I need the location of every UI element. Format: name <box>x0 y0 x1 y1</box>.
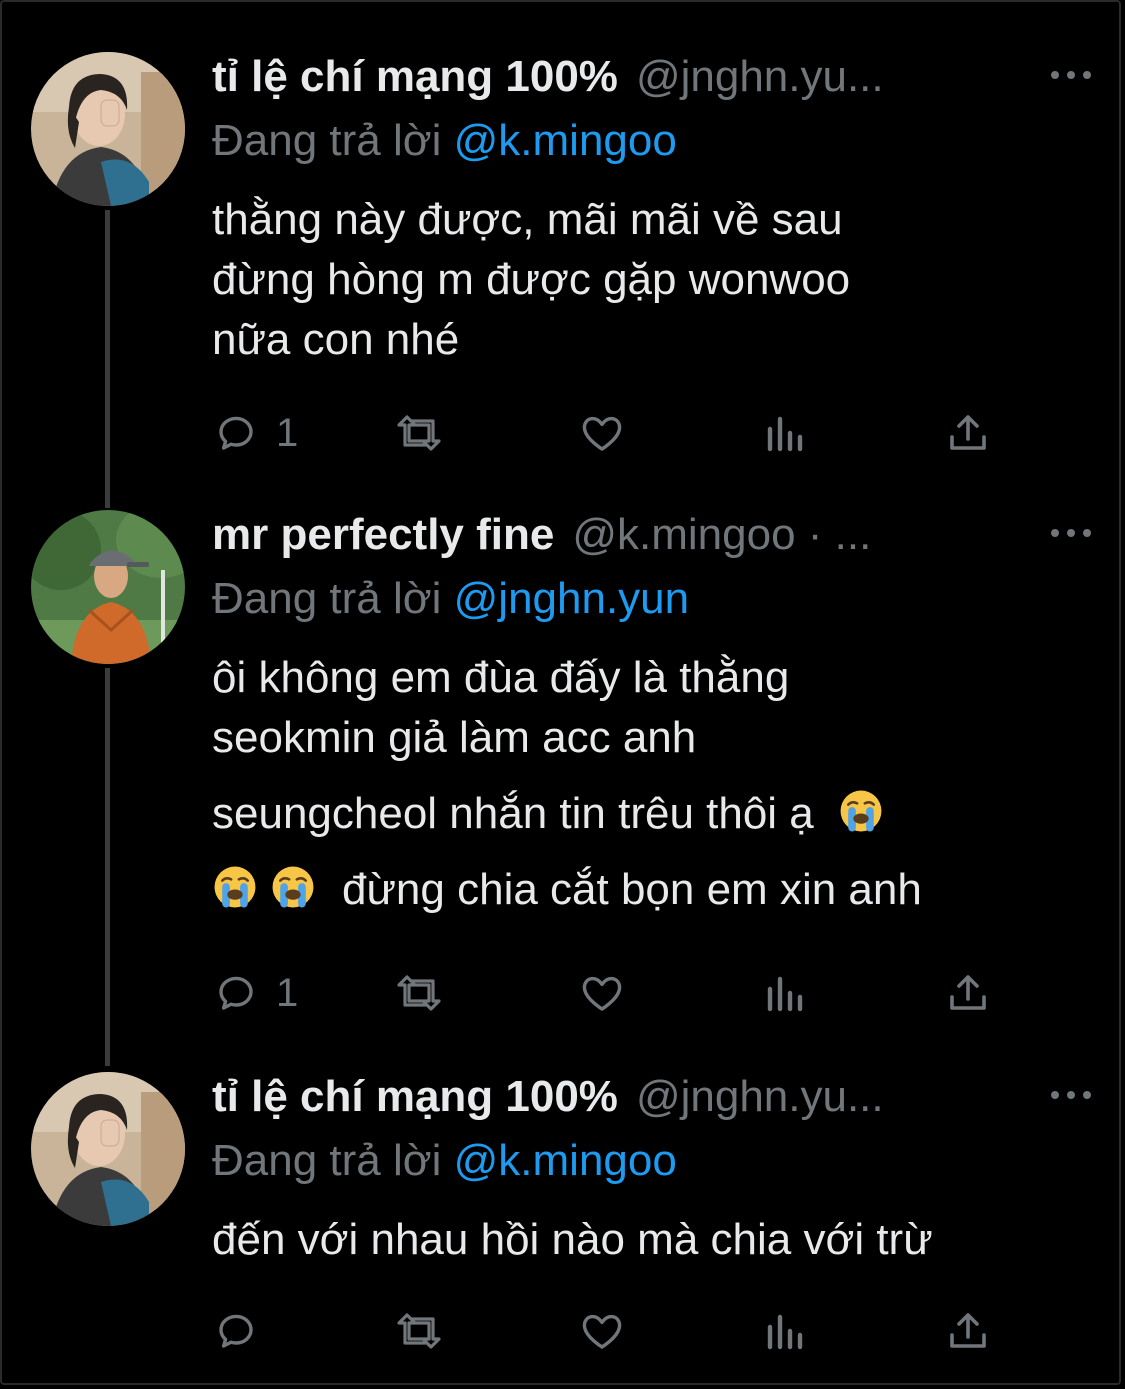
display-name[interactable]: tỉ lệ chí mạng 100% <box>212 52 618 102</box>
tweet-header: tỉ lệ chí mạng 100% @jnghn.yu... <box>212 52 1095 112</box>
share-button[interactable] <box>944 408 992 458</box>
tweet-actions <box>212 1306 1012 1356</box>
views-icon <box>767 1314 803 1350</box>
avatar[interactable] <box>31 1072 185 1226</box>
tweet-text-line: seungcheol nhắn tin trêu thôi ạ <box>212 784 1085 844</box>
user-handle[interactable]: @jnghn.yu... <box>636 1072 1095 1122</box>
replying-to: Đang trả lời @k.mingoo <box>212 116 677 166</box>
reply-icon <box>219 976 253 1010</box>
more-options-icon[interactable] <box>1051 1080 1091 1110</box>
retweet-icon <box>397 1313 441 1349</box>
share-icon <box>950 415 986 450</box>
like-button[interactable] <box>578 968 626 1018</box>
replying-to: Đang trả lời @k.mingoo <box>212 1136 677 1186</box>
tweet-text-line: thằng này được, mãi mãi về sau <box>212 195 843 244</box>
views-icon <box>767 976 803 1012</box>
user-handle[interactable]: @jnghn.yu... <box>636 52 1095 102</box>
tweet-text-line: seokmin giả làm acc anh <box>212 713 697 762</box>
loudly-crying-face-emoji <box>272 866 314 908</box>
tweet-text-line: đến với nhau hồi nào mà chia với trừ <box>212 1215 933 1264</box>
share-button[interactable] <box>944 968 992 1018</box>
display-name[interactable]: tỉ lệ chí mạng 100% <box>212 1072 618 1122</box>
reply-icon <box>219 416 253 450</box>
replying-to-label: Đang trả lời <box>212 1136 442 1185</box>
avatar[interactable] <box>31 510 185 664</box>
user-handle[interactable]: @k.mingoo · ... <box>572 510 1095 560</box>
views-button[interactable] <box>764 408 808 458</box>
share-icon <box>950 975 986 1010</box>
display-name[interactable]: mr perfectly fine <box>212 510 554 560</box>
tweet-text-line: đừng chia cắt bọn em xin anh <box>212 860 1085 920</box>
reply-button[interactable]: 1 <box>212 408 298 458</box>
reply-icon <box>219 1314 253 1348</box>
tweet-actions: 1 <box>212 408 1012 458</box>
tweet-header: tỉ lệ chí mạng 100% @jnghn.yu... <box>212 1072 1095 1132</box>
replying-to-label: Đang trả lời <box>212 116 442 165</box>
like-icon <box>582 1314 622 1349</box>
tweet-text-line: đừng hòng m được gặp wonwoo <box>212 255 851 304</box>
like-button[interactable] <box>578 1306 626 1356</box>
reply-count: 1 <box>276 970 299 1015</box>
tweet-text: thằng này được, mãi mãi về sau đừng hòng… <box>212 190 1085 370</box>
share-icon <box>950 1313 986 1348</box>
tweet-text: đến với nhau hồi nào mà chia với trừ <box>212 1210 1085 1270</box>
share-button[interactable] <box>944 1306 992 1356</box>
views-button[interactable] <box>764 968 808 1018</box>
reply-button[interactable] <box>212 1306 276 1356</box>
retweet-button[interactable] <box>392 1306 446 1356</box>
tweet-text-line: ôi không em đùa đấy là thằng <box>212 653 790 702</box>
retweet-button[interactable] <box>392 968 446 1018</box>
retweet-button[interactable] <box>392 408 446 458</box>
reply-button[interactable]: 1 <box>212 968 298 1018</box>
avatar[interactable] <box>31 52 185 206</box>
loudly-crying-face-emoji <box>214 866 256 908</box>
tweet-text-segment: seungcheol nhắn tin trêu thôi ạ <box>212 789 814 838</box>
retweet-icon <box>397 975 441 1011</box>
retweet-icon <box>397 415 441 451</box>
like-icon <box>582 416 622 451</box>
tweet-text-line: nữa con nhé <box>212 315 460 364</box>
tweet-text: ôi không em đùa đấy là thằng seokmin giả… <box>212 648 1085 920</box>
like-button[interactable] <box>578 408 626 458</box>
thread-connector-line <box>105 210 110 508</box>
more-options-icon[interactable] <box>1051 60 1091 90</box>
loudly-crying-face-emoji <box>840 790 882 832</box>
thread-connector-line <box>105 668 110 1066</box>
reply-mention-link[interactable]: @k.mingoo <box>454 1136 677 1185</box>
views-button[interactable] <box>764 1306 808 1356</box>
reply-mention-link[interactable]: @jnghn.yun <box>454 574 690 623</box>
reply-mention-link[interactable]: @k.mingoo <box>454 116 677 165</box>
tweet-header: mr perfectly fine @k.mingoo · ... <box>212 510 1095 570</box>
replying-to-label: Đang trả lời <box>212 574 442 623</box>
like-icon <box>582 976 622 1011</box>
reply-count: 1 <box>276 410 299 455</box>
replying-to: Đang trả lời @jnghn.yun <box>212 574 689 624</box>
more-options-icon[interactable] <box>1051 518 1091 548</box>
views-icon <box>767 416 803 452</box>
tweet-actions: 1 <box>212 968 1012 1018</box>
tweet-text-segment: đừng chia cắt bọn em xin anh <box>342 865 922 914</box>
